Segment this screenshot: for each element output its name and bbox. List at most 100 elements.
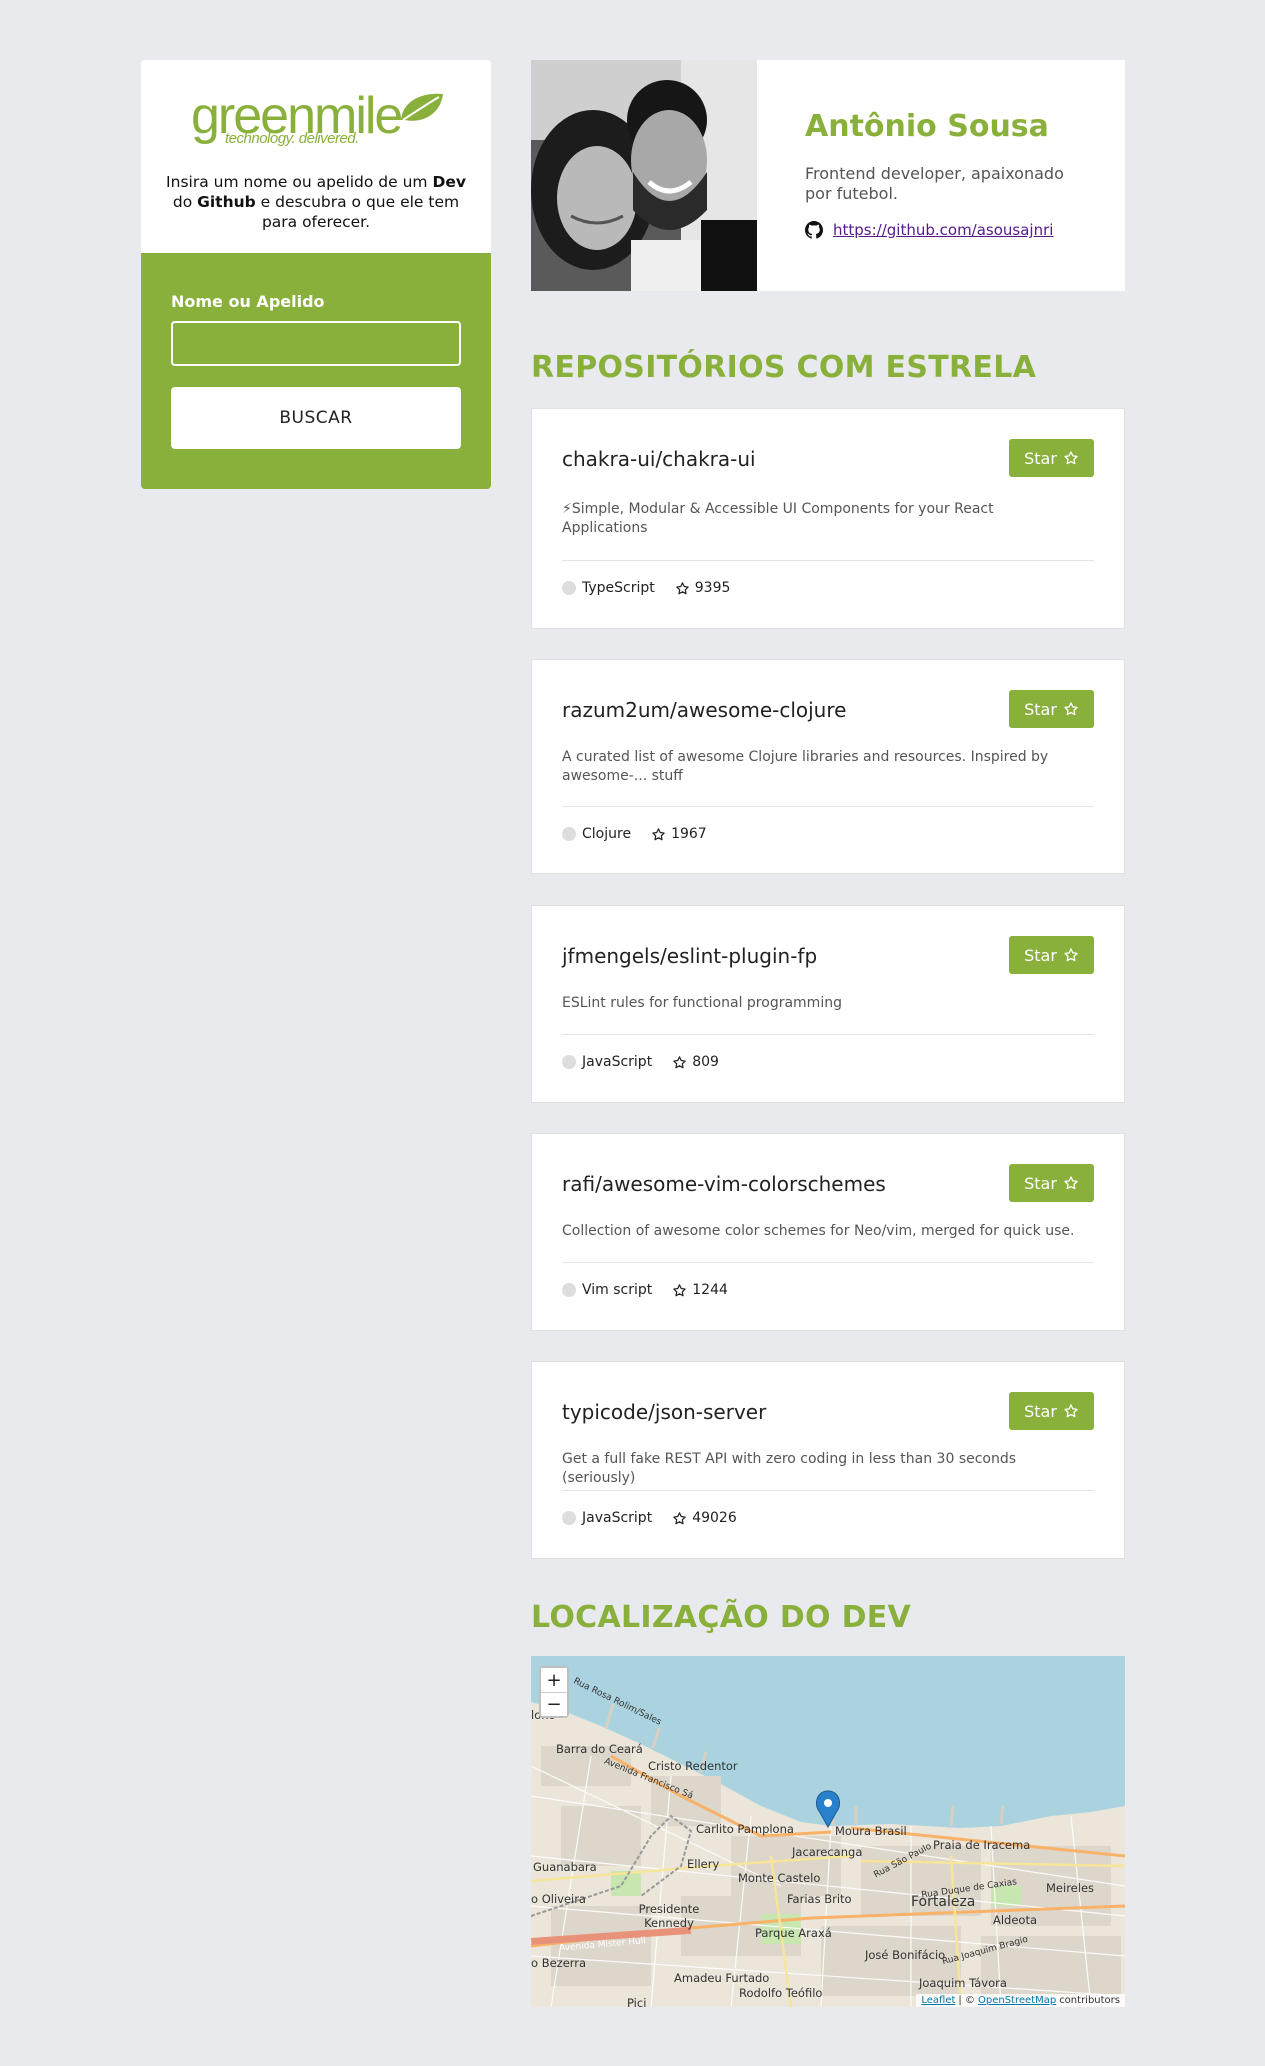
location-map[interactable]: Rua Rosa Rolim/Sales Avenida Francisco S…: [531, 1656, 1125, 2007]
repo-name[interactable]: jfmengels/eslint-plugin-fp: [562, 944, 817, 968]
repo-description: Collection of awesome color schemes for …: [562, 1223, 1075, 1239]
star-button-label: Star: [1024, 945, 1057, 965]
star-button-label: Star: [1024, 448, 1057, 468]
language-dot: [562, 827, 576, 841]
repo-stars: 49026: [692, 1510, 737, 1526]
repo-meta: Clojure 1967: [562, 826, 707, 842]
intro-part: do: [172, 193, 198, 211]
repo-card: typicode/json-server Star Get a full fak…: [531, 1361, 1125, 1559]
repo-meta: Vim script 1244: [562, 1282, 728, 1298]
attribution-contributors: contributors: [1059, 1995, 1120, 2006]
repo-language: TypeScript: [582, 580, 655, 596]
repo-divider: [562, 1034, 1094, 1035]
repo-name[interactable]: chakra-ui/chakra-ui: [562, 447, 756, 471]
star-count-icon: [673, 1055, 686, 1068]
avatar-photo: [531, 60, 757, 291]
map-place-label: o Oliveira: [531, 1892, 586, 1906]
intro-dev: Dev: [432, 173, 466, 191]
profile-name: Antônio Sousa: [805, 109, 1049, 144]
map-place-label: Moura Brasil: [835, 1824, 907, 1838]
star-button[interactable]: Star: [1009, 936, 1094, 974]
map-place-label: Farias Brito: [787, 1892, 852, 1906]
github-icon: [805, 221, 823, 239]
search-form: Nome ou Apelido BUSCAR: [141, 253, 491, 489]
star-icon: [1064, 702, 1078, 716]
osm-link[interactable]: OpenStreetMap: [978, 1995, 1056, 2006]
star-button-label: Star: [1024, 699, 1057, 719]
map-place-label: Monte Castelo: [738, 1871, 821, 1885]
map-place-label: Cristo Redentor: [648, 1759, 738, 1773]
star-button[interactable]: Star: [1009, 690, 1094, 728]
search-input[interactable]: [171, 321, 461, 366]
zoom-in-button[interactable]: +: [541, 1668, 567, 1692]
star-button[interactable]: Star: [1009, 439, 1094, 477]
repo-stars: 1244: [692, 1282, 728, 1298]
star-count-icon: [676, 581, 689, 594]
map-place-label: Rodolfo Teófilo: [739, 1986, 823, 2000]
star-icon: [1064, 948, 1078, 962]
language-dot: [562, 1511, 576, 1525]
language-dot: [562, 1283, 576, 1297]
leaflet-link[interactable]: Leaflet: [921, 1995, 955, 2006]
repo-divider: [562, 560, 1094, 561]
repo-meta: JavaScript 809: [562, 1054, 719, 1070]
map-place-label: Guanabara: [533, 1860, 597, 1874]
star-button[interactable]: Star: [1009, 1164, 1094, 1202]
repo-language: JavaScript: [582, 1510, 653, 1526]
zoom-out-button[interactable]: −: [541, 1692, 567, 1716]
repo-divider: [562, 806, 1094, 807]
repo-description: A curated list of awesome Clojure librar…: [562, 749, 1049, 784]
repo-description: ESLint rules for functional programming: [562, 995, 842, 1011]
repo-stars: 809: [692, 1054, 719, 1070]
map-place-label: José Bonifácio: [865, 1948, 946, 1962]
repo-name[interactable]: rafi/awesome-vim-colorschemes: [562, 1172, 886, 1196]
map-place-label: Presidente Kennedy: [638, 1902, 700, 1930]
map-attribution: Leaflet | © OpenStreetMap contributors: [916, 1994, 1125, 2007]
map-place-label: Meireles: [1046, 1881, 1095, 1895]
intro-part: e descubra o que ele tem para oferecer.: [255, 193, 460, 231]
avatar: [531, 60, 757, 291]
star-button-label: Star: [1024, 1401, 1057, 1421]
starred-section-title: REPOSITÓRIOS COM ESTRELA: [531, 350, 1037, 385]
search-button[interactable]: BUSCAR: [171, 387, 461, 449]
intro-text: Insira um nome ou apelido de um Dev do G…: [166, 172, 466, 232]
repo-stars: 9395: [694, 580, 731, 596]
map-place-label: Praia de Iracema: [933, 1838, 1031, 1852]
repo-divider: [562, 1490, 1094, 1491]
repo-meta: JavaScript 49026: [562, 1510, 737, 1526]
language-dot: [562, 1055, 576, 1069]
map-place-label: Pici: [627, 1996, 647, 2007]
search-label: Nome ou Apelido: [171, 292, 325, 311]
repo-language: Clojure: [582, 826, 632, 842]
attribution-separator: | ©: [958, 1995, 975, 2006]
star-button-label: Star: [1024, 1173, 1057, 1193]
intro-github: Github: [197, 193, 256, 211]
logo-tagline: technology. delivered.: [225, 130, 359, 147]
map-place-label: Barra do Ceará: [556, 1742, 643, 1756]
repo-card: razum2um/awesome-clojure Star A curated …: [531, 659, 1125, 874]
profile-github-link[interactable]: https://github.com/asousajnri: [833, 221, 1053, 239]
map-place-label: Amadeu Furtado: [674, 1971, 770, 1985]
repo-language: JavaScript: [582, 1054, 653, 1070]
map-place-label: Ellery: [687, 1857, 720, 1871]
star-icon: [1064, 1176, 1078, 1190]
star-count-icon: [673, 1283, 687, 1296]
map-place-label: Carlito Pamplona: [696, 1822, 794, 1836]
intro-part: Insira um nome ou apelido de um: [166, 173, 433, 191]
repo-card: chakra-ui/chakra-ui Star ⚡Simple, Modula…: [531, 408, 1125, 629]
repo-card: rafi/awesome-vim-colorschemes Star Colle…: [531, 1133, 1125, 1331]
repo-stars: 1967: [671, 826, 707, 842]
search-card-header: greenmile technology. delivered. Insira …: [141, 60, 491, 253]
map-place-label: o Bezerra: [531, 1956, 587, 1970]
repo-description: Get a full fake REST API with zero codin…: [562, 1451, 1017, 1486]
repo-language: Vim script: [582, 1282, 653, 1298]
greenmile-logo: greenmile technology. delivered.: [191, 90, 443, 147]
repo-name[interactable]: typicode/json-server: [562, 1400, 766, 1424]
map-zoom-control: + −: [539, 1666, 569, 1718]
map-place-label: Fortaleza: [911, 1894, 976, 1910]
map-place-label: Parque Araxá: [755, 1926, 832, 1940]
repo-name[interactable]: razum2um/awesome-clojure: [562, 698, 846, 722]
leaf-icon: [401, 93, 443, 121]
star-button[interactable]: Star: [1009, 1392, 1094, 1430]
profile-link-row: https://github.com/asousajnri: [805, 221, 1053, 239]
